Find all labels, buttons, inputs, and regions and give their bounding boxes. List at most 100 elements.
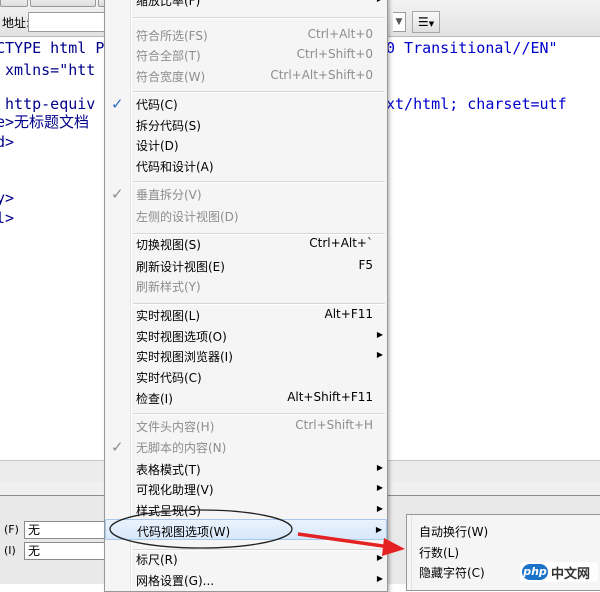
- site-watermark: php 中文网: [520, 562, 598, 582]
- menu-item-label: 刷新样式(Y): [136, 280, 201, 294]
- menu-item-label: 代码和设计(A): [136, 160, 214, 174]
- toolbar-button[interactable]: [30, 0, 96, 7]
- submenu-item-label: 隐藏字符(C): [419, 566, 485, 580]
- menu-item-label: 符合全部(T): [136, 49, 201, 63]
- submenu-arrow-icon: ▶: [376, 330, 383, 339]
- menu-item-label: 实时视图浏览器(I): [136, 350, 233, 364]
- menu-item-label: 检查(I): [136, 392, 173, 406]
- menu-item-label: 可视化助理(V): [136, 483, 214, 497]
- menu-item: 符合宽度(W) Ctrl+Alt+Shift+0: [105, 65, 387, 86]
- menu-item-label: 标尺(R): [136, 553, 178, 567]
- code-line: e>无标题文档: [0, 113, 90, 131]
- menu-item[interactable]: 刷新设计视图(E) F5: [105, 255, 387, 276]
- submenu-item[interactable]: 自动换行(W): [407, 520, 600, 541]
- property-label: (F): [4, 523, 19, 536]
- menu-item-shortcut: Ctrl+Alt+Shift+0: [270, 68, 373, 82]
- submenu-arrow-icon: ▶: [376, 483, 383, 492]
- menu-item-label: 拆分代码(S): [136, 119, 201, 133]
- property-field[interactable]: 无: [24, 521, 113, 539]
- submenu-arrow-icon: ▶: [377, 0, 383, 3]
- submenu-arrow-icon: ▶: [376, 574, 383, 583]
- property-field[interactable]: 无: [24, 542, 113, 560]
- toolbar-button[interactable]: [0, 0, 28, 7]
- menu-item-zoom[interactable]: 缩放比率(F) ▶: [105, 0, 387, 10]
- address-dropdown-icon[interactable]: ▼: [393, 12, 406, 32]
- menu-item-label: 实时视图选项(O): [136, 330, 227, 344]
- property-label: (I): [4, 544, 16, 557]
- menu-item[interactable]: ✓ 代码(C): [105, 93, 387, 114]
- view-menu: 缩放比率(F) ▶ 符合所选(FS) Ctrl+Alt+0 符合全部(T) Ctrl+Sh…: [104, 0, 388, 592]
- menu-item[interactable]: 标尺(R) ▶: [105, 548, 387, 569]
- code-line: CTYPE html P: [0, 39, 105, 57]
- submenu-item-label: 行数(L): [419, 546, 460, 560]
- menu-item-label: 缩放比率(F): [136, 0, 201, 8]
- menu-item-label: 垂直拆分(V): [136, 188, 202, 202]
- menu-item-label: 左侧的设计视图(D): [136, 210, 239, 224]
- menu-item: ✓ 无脚本的内容(N): [105, 436, 387, 457]
- menu-item: 符合全部(T) Ctrl+Shift+0: [105, 44, 387, 65]
- menu-item-label: 切换视图(S): [136, 238, 201, 252]
- menu-item-shortcut: Alt+Shift+F11: [287, 390, 373, 404]
- check-icon: ✓: [111, 185, 124, 203]
- submenu-arrow-icon: ▶: [376, 350, 383, 359]
- menu-item: ✓ 垂直拆分(V): [105, 183, 387, 204]
- menu-item[interactable]: 代码视图选项(W) ▶: [105, 519, 387, 540]
- menu-item-label: 代码(C): [136, 98, 178, 112]
- menu-item-label: 设计(D): [136, 139, 179, 153]
- menu-item-label: 代码视图选项(W): [137, 525, 231, 539]
- check-icon: ✓: [111, 438, 124, 456]
- menu-item-shortcut: F5: [358, 258, 373, 272]
- address-input[interactable]: [28, 12, 110, 32]
- menu-item[interactable]: 检查(I) Alt+Shift+F11: [105, 387, 387, 408]
- address-label: 地址:: [2, 16, 31, 30]
- menu-item: 文件头内容(H) Ctrl+Shift+H: [105, 415, 387, 436]
- menu-item-label: 刷新设计视图(E): [136, 260, 225, 274]
- menu-item-shortcut: Ctrl+Shift+H: [295, 418, 373, 432]
- code-line-right: xt/html; charset=utf: [386, 95, 567, 113]
- menu-item-label: 符合所选(FS): [136, 29, 208, 43]
- code-line: d>: [0, 133, 15, 151]
- menu-item[interactable]: 拆分代码(S): [105, 114, 387, 135]
- submenu-arrow-icon: ▶: [375, 525, 382, 534]
- menu-item[interactable]: 可视化助理(V) ▶: [105, 478, 387, 499]
- menu-item-label: 网格设置(G)...: [136, 574, 215, 588]
- submenu-item[interactable]: 行数(L): [407, 541, 600, 562]
- menu-item-label: 表格模式(T): [136, 463, 201, 477]
- menu-item[interactable]: 样式呈现(S) ▶: [105, 499, 387, 520]
- check-icon: ✓: [111, 95, 124, 113]
- menu-item-label: 实时视图(L): [136, 309, 201, 323]
- menu-item[interactable]: 实时视图选项(O) ▶: [105, 325, 387, 346]
- code-view-options-button[interactable]: ☰▼: [412, 11, 440, 33]
- menu-item-shortcut: Alt+F11: [324, 307, 373, 321]
- code-line: xmlns="htt: [0, 61, 96, 79]
- menu-item[interactable]: 切换视图(S) Ctrl+Alt+`: [105, 233, 387, 254]
- menu-item-shortcut: Ctrl+Alt+0: [307, 27, 373, 41]
- submenu-arrow-icon: ▶: [376, 553, 383, 562]
- menu-item: 刷新样式(Y): [105, 275, 387, 296]
- menu-item[interactable]: 代码和设计(A): [105, 155, 387, 176]
- menu-item[interactable]: 表格模式(T) ▶: [105, 458, 387, 479]
- watermark-text: 中文网: [551, 567, 591, 582]
- menu-separator: [133, 17, 385, 19]
- list-icon: ☰: [417, 15, 429, 29]
- menu-item-label: 无脚本的内容(N): [136, 441, 227, 455]
- menu-item[interactable]: 设计(D): [105, 134, 387, 155]
- menu-item-label: 实时代码(C): [136, 371, 202, 385]
- menu-item-shortcut: Ctrl+Shift+0: [296, 47, 373, 61]
- menu-item[interactable]: 实时视图(L) Alt+F11: [105, 304, 387, 325]
- menu-item: 左侧的设计视图(D): [105, 205, 387, 226]
- menu-item-shortcut: Ctrl+Alt+`: [309, 236, 373, 250]
- submenu-item-label: 自动换行(W): [419, 525, 489, 539]
- menu-item[interactable]: 实时代码(C): [105, 366, 387, 387]
- code-line: y>: [0, 189, 15, 207]
- submenu-arrow-icon: ▶: [376, 463, 383, 472]
- menu-item[interactable]: 网格设置(G)... ▶: [105, 569, 387, 590]
- menu-item-label: 符合宽度(W): [136, 70, 206, 84]
- menu-item-label: 文件头内容(H): [136, 420, 215, 434]
- code-line-right: 0 Transitional//EN": [386, 39, 558, 57]
- menu-item-label: 样式呈现(S): [136, 504, 201, 518]
- menu-item[interactable]: 实时视图浏览器(I) ▶: [105, 345, 387, 366]
- submenu-arrow-icon: ▶: [376, 504, 383, 513]
- code-line: http-equiv: [0, 95, 96, 113]
- menu-item: 符合所选(FS) Ctrl+Alt+0: [105, 24, 387, 45]
